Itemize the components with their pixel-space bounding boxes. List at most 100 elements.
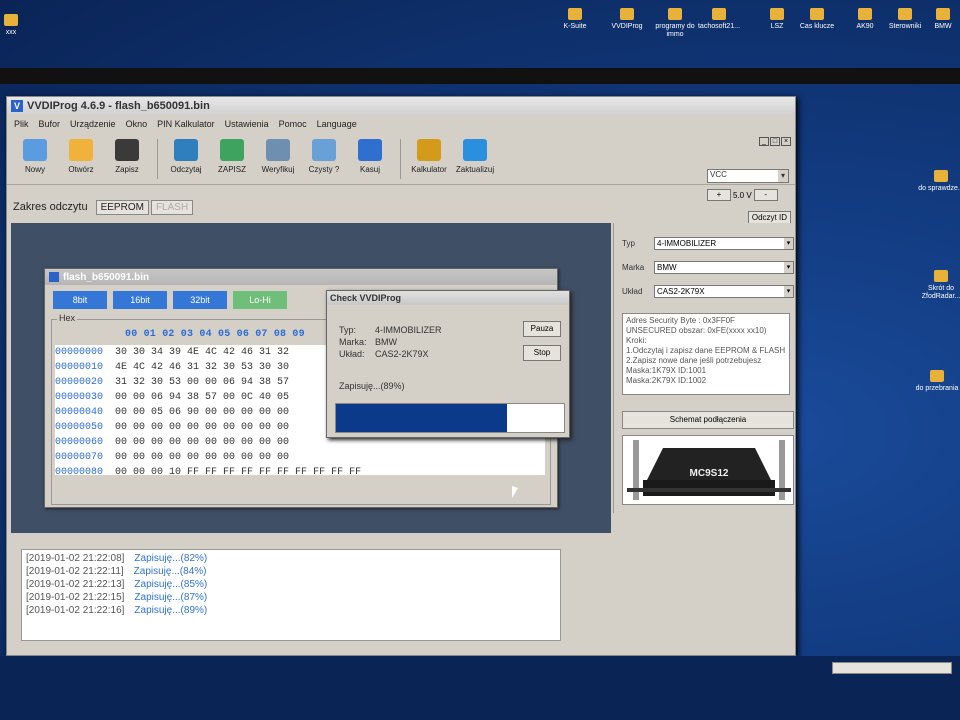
log-timestamp: [2019-01-02 21:22:08]	[26, 553, 125, 564]
update-arrow-icon	[463, 139, 487, 161]
progress-bar	[335, 403, 565, 433]
tab-eeprom[interactable]: EEPROM	[95, 199, 149, 215]
desktop-icon[interactable]: Cas klucze	[790, 8, 844, 31]
hex-address: 00000050	[55, 422, 104, 433]
erase-icon	[358, 139, 382, 161]
desktop-icon-label: Skrót do ZfodRadar...	[921, 285, 960, 300]
hex-bytes: 00 00 06 94 38 57 00 0C 40 05	[115, 392, 290, 403]
uklad-select[interactable]: CAS2-2K79X	[654, 285, 794, 298]
dialog-uklad-label: Układ:	[339, 349, 365, 359]
toolbar-button-label: ZAPISZ	[217, 165, 246, 174]
calculator-icon	[417, 139, 441, 161]
desktop-icon[interactable]: K-Suite	[548, 8, 602, 31]
desktop-icon-label: BMW	[934, 23, 952, 30]
tab-flash[interactable]: FLASH	[150, 199, 194, 215]
info-textbox[interactable]: Adres Security Byte : 0x3FF0F UNSECURED o…	[622, 313, 790, 395]
stop-button[interactable]: Stop	[523, 345, 561, 361]
toolbar-button[interactable]: Zapisz	[105, 139, 149, 174]
dialog-marka-label: Marka:	[339, 337, 367, 347]
hex-column-header: 00 01 02 03 04 05 06 07 08 09	[125, 329, 305, 340]
hex-bytes: 00 00 00 00 00 00 00 00 00 00	[115, 452, 290, 463]
check-dialog: Check VVDIProg Typ: 4-IMMOBILIZER Marka:…	[326, 290, 570, 438]
desktop-icon[interactable]: xxx	[0, 14, 38, 37]
hex-row: 00000080 00 00 00 10 FF FF FF FF FF FF F…	[55, 465, 545, 475]
menu-item[interactable]: Urządzenie	[70, 119, 116, 129]
menu-item[interactable]: Okno	[126, 119, 148, 129]
desktop-icon[interactable]: VVDIProg	[600, 8, 654, 31]
log-message: Zapisuję...(87%)	[134, 592, 208, 603]
flash-window-titlebar[interactable]: flash_b650091.bin	[45, 269, 557, 285]
menu-item[interactable]: Language	[317, 119, 357, 129]
toolbar-button[interactable]: Otwórz	[59, 139, 103, 174]
log-message: Zapisuję...(82%)	[134, 553, 208, 564]
toolbar-button[interactable]: ZAPISZ	[210, 139, 254, 174]
dialog-title[interactable]: Check VVDIProg	[327, 291, 569, 305]
dialog-marka-value: BMW	[375, 337, 397, 347]
menu-item[interactable]: PIN Kalkulator	[157, 119, 215, 129]
right-panel: Typ 4-IMMOBILIZER Marka BMW Układ CAS2-2…	[613, 223, 794, 513]
desktop-icon[interactable]: BMW	[916, 8, 960, 31]
hex-address: 00000070	[55, 452, 104, 463]
desktop-icon-image	[898, 8, 912, 20]
pause-button[interactable]: Pauza	[523, 321, 561, 337]
desktop-icon-image	[930, 370, 944, 382]
save-icon	[115, 139, 139, 161]
window-titlebar[interactable]: V VVDIProg 4.6.9 - flash_b650091.bin	[7, 97, 795, 115]
toolbar-button-label: Nowy	[24, 165, 45, 174]
hex-address: 00000030	[55, 392, 104, 403]
toolbar-button[interactable]: Kalkulator	[407, 139, 451, 174]
desktop-icon[interactable]: Skrót do ZfodRadar...	[914, 270, 960, 301]
desktop-icon[interactable]: do przebrania	[910, 370, 960, 393]
log-message: Zapisuję...(89%)	[134, 605, 208, 616]
vcc-select[interactable]: VCC	[707, 169, 789, 183]
marka-select[interactable]: BMW	[654, 261, 794, 274]
wiring-diagram-button[interactable]: Schemat podłączenia	[622, 411, 794, 429]
log-row: [2019-01-02 21:22:15] Zapisuję...(87%)	[26, 591, 556, 604]
app-logo-icon: V	[11, 100, 23, 112]
menu-item[interactable]: Ustawienia	[225, 119, 269, 129]
log-row: [2019-01-02 21:22:16] Zapisuję...(89%)	[26, 604, 556, 617]
log-timestamp: [2019-01-02 21:22:13]	[26, 579, 125, 590]
desktop-icon-image	[712, 8, 726, 20]
typ-label: Typ	[622, 239, 635, 248]
toolbar-button[interactable]: Odczytaj	[164, 139, 208, 174]
dialog-typ-value: 4-IMMOBILIZER	[375, 325, 442, 335]
log-panel[interactable]: [2019-01-02 21:22:08] Zapisuję...(82%) [20…	[21, 549, 561, 641]
toolbar-button[interactable]: Czysty ?	[302, 139, 346, 174]
log-timestamp: [2019-01-02 21:22:16]	[26, 605, 125, 616]
hex-address: 00000000	[55, 347, 104, 358]
menu-item[interactable]: Bufor	[39, 119, 61, 129]
minimize-icon[interactable]: _	[759, 137, 769, 146]
menu-item[interactable]: Plik	[14, 119, 29, 129]
desktop-icon-image	[934, 270, 948, 282]
desktop-icon[interactable]: do sprawdze...	[914, 170, 960, 193]
bit-mode-button[interactable]: 8bit	[53, 291, 107, 309]
desktop-icon[interactable]: tachosoft21...	[692, 8, 746, 31]
hex-address: 00000040	[55, 407, 104, 418]
desktop-icon-image	[858, 8, 872, 20]
bit-mode-button[interactable]: 16bit	[113, 291, 167, 309]
desktop-icon-label: LSZ	[770, 23, 784, 30]
desktop-icon-label: do przebrania	[915, 385, 959, 392]
hex-bytes: 00 00 05 06 90 00 00 00 00 00	[115, 407, 290, 418]
progress-fill	[336, 404, 507, 432]
desktop-icon-label: VVDIProg	[611, 23, 643, 30]
menu-item[interactable]: Pomoc	[279, 119, 307, 129]
toolbar-button[interactable]: Kasuj	[348, 139, 392, 174]
desktop-icon-label: Cas klucze	[799, 23, 835, 30]
bit-mode-button[interactable]: 32bit	[173, 291, 227, 309]
toolbar-button[interactable]: Zaktualizuj	[453, 139, 497, 174]
bit-mode-button[interactable]: Lo-Hi	[233, 291, 287, 309]
toolbar-button[interactable]: Weryfikuj	[256, 139, 300, 174]
hex-bytes: 00 00 00 10 FF FF FF FF FF FF FF FF FF F…	[115, 467, 362, 475]
log-timestamp: [2019-01-02 21:22:11]	[26, 566, 124, 577]
close-icon[interactable]: ×	[781, 137, 791, 146]
maximize-icon[interactable]: □	[770, 137, 780, 146]
toolbar-button[interactable]: Nowy	[13, 139, 57, 174]
system-tray	[832, 662, 952, 674]
info-line: Maska:2K79X ID:1002	[626, 376, 707, 385]
toolbar-separator	[157, 139, 158, 179]
taskbar	[0, 656, 960, 720]
typ-select[interactable]: 4-IMMOBILIZER	[654, 237, 794, 250]
hex-address: 00000060	[55, 437, 104, 448]
